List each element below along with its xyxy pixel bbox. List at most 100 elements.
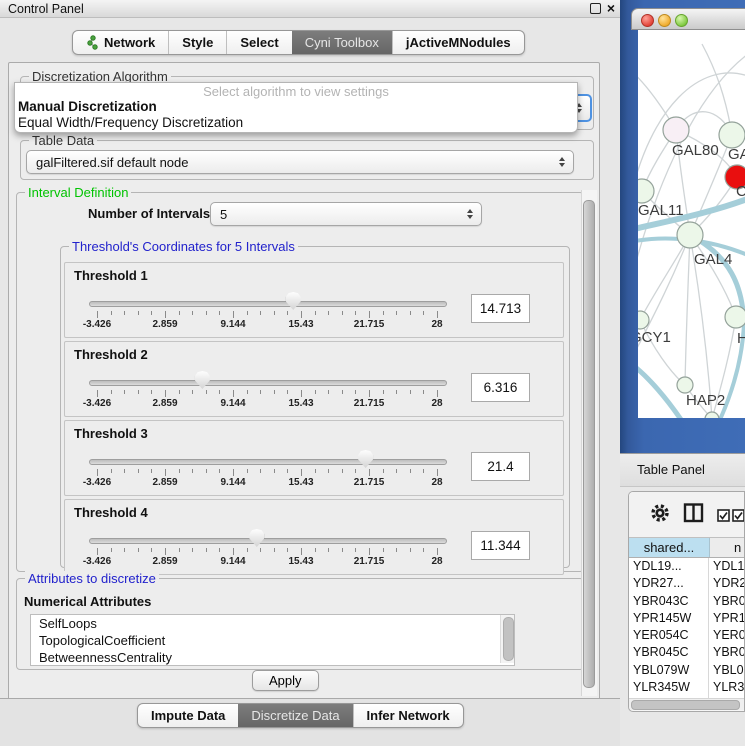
slider-thumb[interactable] bbox=[286, 292, 301, 310]
edge-highlighted[interactable] bbox=[638, 363, 684, 418]
table-row[interactable]: YBR045CYBR0 bbox=[629, 644, 745, 661]
float-window-icon[interactable] bbox=[590, 3, 601, 14]
threshold-label: Threshold 3 bbox=[74, 426, 148, 441]
slider-track[interactable] bbox=[89, 459, 447, 465]
node-label: GA bbox=[728, 146, 745, 163]
slider-tick bbox=[355, 469, 356, 473]
threshold-value-field[interactable]: 6.316 bbox=[471, 373, 530, 402]
slider-tick bbox=[233, 390, 234, 397]
network-node[interactable] bbox=[663, 117, 689, 143]
slider-tick bbox=[383, 311, 384, 315]
dropdown-hint: Select algorithm to view settings bbox=[15, 84, 577, 99]
node-label: GAL11 bbox=[638, 202, 684, 219]
slider-track[interactable] bbox=[89, 380, 447, 386]
slider-tick-label: 28 bbox=[431, 556, 442, 567]
network-node[interactable] bbox=[677, 222, 703, 248]
network-canvas[interactable]: GAL80GACGAL11GAL4GCY1HHAP2 bbox=[638, 30, 745, 418]
edge[interactable] bbox=[702, 44, 732, 135]
network-node[interactable] bbox=[725, 306, 745, 328]
window-zoom-traffic-light[interactable] bbox=[675, 14, 688, 27]
edge[interactable] bbox=[685, 235, 690, 385]
slider-tick bbox=[179, 390, 180, 394]
slider-tick bbox=[97, 469, 98, 476]
tab-impute-data[interactable]: Impute Data bbox=[138, 704, 238, 727]
checkbox-icon[interactable] bbox=[732, 509, 745, 522]
network-icon bbox=[86, 35, 99, 50]
slider-tick bbox=[383, 390, 384, 394]
column-header-shared[interactable]: shared... bbox=[629, 538, 710, 557]
table-data-combo[interactable]: galFiltered.sif default node bbox=[26, 150, 574, 174]
slider-tick bbox=[315, 311, 316, 315]
edge[interactable] bbox=[640, 235, 690, 320]
slider-tick bbox=[328, 390, 329, 394]
scrollbar-thumb[interactable] bbox=[503, 617, 514, 661]
table-row[interactable]: YPR145WYPR1 bbox=[629, 610, 745, 627]
slider-tick bbox=[342, 469, 343, 473]
table-row[interactable]: YBL079WYBL0 bbox=[629, 662, 745, 679]
table-row[interactable]: YLR345WYLR3 bbox=[629, 679, 745, 696]
slider-thumb[interactable] bbox=[195, 371, 210, 389]
settings-gear-icon[interactable] bbox=[649, 502, 671, 524]
apply-button[interactable]: Apply bbox=[252, 670, 319, 691]
close-icon[interactable]: × bbox=[604, 0, 618, 18]
slider-thumb[interactable] bbox=[358, 450, 373, 468]
cell-shared-name: YBR045C bbox=[629, 644, 709, 661]
network-node[interactable] bbox=[638, 311, 649, 329]
node-label: HAP2 bbox=[686, 392, 725, 409]
threshold-value-field[interactable]: 14.713 bbox=[471, 294, 530, 323]
scrollbar-thumb[interactable] bbox=[631, 700, 740, 710]
threshold-value-field[interactable]: 21.4 bbox=[471, 452, 530, 481]
table-row[interactable]: YER054CYER0 bbox=[629, 627, 745, 644]
numerical-attributes-list[interactable]: SelfLoopsTopologicalCoefficientBetweenne… bbox=[30, 614, 515, 666]
slider-track[interactable] bbox=[89, 538, 447, 544]
slider-track[interactable] bbox=[89, 301, 447, 307]
tab-label: jActiveMNodules bbox=[406, 35, 511, 50]
slider-tick bbox=[124, 469, 125, 473]
table-hscrollbar[interactable] bbox=[629, 698, 744, 710]
network-graph: GAL80GACGAL11GAL4GCY1HHAP2 bbox=[638, 30, 745, 418]
slider-tick-label: -3.426 bbox=[83, 556, 111, 567]
tab-label: Select bbox=[240, 35, 278, 50]
tab-style[interactable]: Style bbox=[168, 31, 226, 54]
number-of-intervals-combo[interactable]: 5 bbox=[210, 202, 482, 226]
tab-network[interactable]: Network bbox=[73, 31, 168, 54]
network-node[interactable] bbox=[638, 179, 654, 203]
slider-tick bbox=[369, 548, 370, 555]
network-node[interactable] bbox=[719, 122, 745, 148]
slider-tick bbox=[165, 311, 166, 318]
slider-thumb[interactable] bbox=[249, 529, 264, 547]
window-minimize-traffic-light[interactable] bbox=[658, 14, 671, 27]
slider-tick bbox=[328, 469, 329, 473]
tab-label: Discretize Data bbox=[251, 708, 339, 723]
threshold-value-field[interactable]: 11.344 bbox=[471, 531, 530, 560]
tab-label: Impute Data bbox=[151, 708, 225, 723]
tab-cyni-toolbox[interactable]: Cyni Toolbox bbox=[292, 31, 392, 54]
slider-tick bbox=[342, 390, 343, 394]
attributes-list-scrollbar[interactable] bbox=[500, 615, 514, 663]
window-close-traffic-light[interactable] bbox=[641, 14, 654, 27]
tab-label: Infer Network bbox=[367, 708, 450, 723]
slider-tick bbox=[206, 311, 207, 315]
panel-scrollbar-thumb[interactable] bbox=[583, 200, 595, 688]
tab-infer-network[interactable]: Infer Network bbox=[353, 704, 463, 727]
network-node[interactable] bbox=[677, 377, 693, 393]
column-layout-icon[interactable] bbox=[683, 502, 704, 524]
list-item-selfloops[interactable]: SelfLoops bbox=[31, 615, 514, 632]
slider-tick bbox=[219, 311, 220, 315]
slider-tick-label: -3.426 bbox=[83, 319, 111, 330]
slider-tick-label: -3.426 bbox=[83, 477, 111, 488]
tab-select[interactable]: Select bbox=[226, 31, 291, 54]
slider-tick bbox=[342, 548, 343, 552]
algorithm-option-equal-width-frequency-discretization[interactable]: Equal Width/Frequency Discretization bbox=[15, 115, 577, 131]
column-header-name[interactable]: n bbox=[710, 538, 745, 557]
checkbox-icon[interactable] bbox=[717, 509, 730, 522]
table-row[interactable]: YBR043CYBR0 bbox=[629, 593, 745, 610]
table-row[interactable]: YDR27...YDR2 bbox=[629, 575, 745, 592]
table-row[interactable]: YDL19...YDL1 bbox=[629, 558, 745, 575]
algorithm-option-manual-discretization[interactable]: Manual Discretization bbox=[15, 99, 577, 115]
list-item-betweennesscentrality[interactable]: BetweennessCentrality bbox=[31, 649, 514, 666]
tab-discretize-data[interactable]: Discretize Data bbox=[238, 704, 352, 727]
list-item-topologicalcoefficient[interactable]: TopologicalCoefficient bbox=[31, 632, 514, 649]
cell-name: YBL0 bbox=[709, 662, 744, 679]
tab-jactivemnodules[interactable]: jActiveMNodules bbox=[392, 31, 524, 54]
